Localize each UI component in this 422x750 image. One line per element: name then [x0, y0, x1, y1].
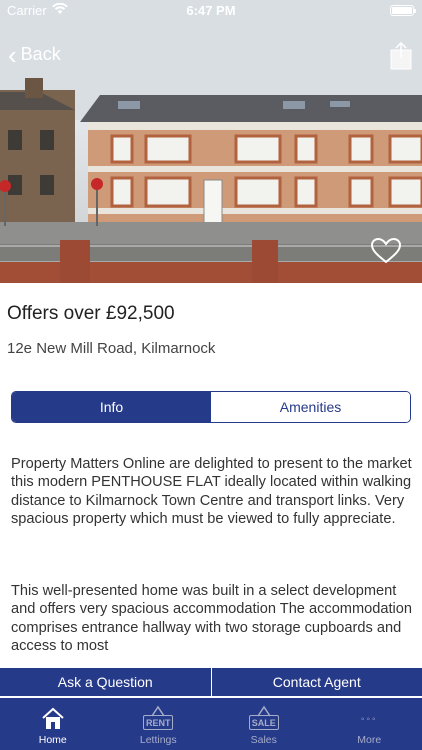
listing-address: 12e New Mill Road, Kilmarnock: [7, 340, 216, 357]
heart-icon[interactable]: [371, 238, 401, 264]
property-photo[interactable]: [0, 0, 422, 283]
rent-sign-text: RENT: [143, 715, 174, 730]
property-photo-scene: [0, 0, 422, 283]
action-bar: Ask a Question Contact Agent: [0, 668, 422, 696]
tab-lettings-label: Lettings: [139, 734, 177, 746]
status-bar: Carrier 6:47 PM: [0, 0, 422, 22]
more-dots-icon: ◦◦◦: [360, 713, 378, 725]
back-label: Back: [20, 44, 61, 64]
share-icon[interactable]: [390, 42, 412, 70]
info-amenities-segmented-control: Info Amenities: [11, 391, 411, 423]
tab-lettings[interactable]: RENT Lettings: [106, 698, 212, 750]
ask-question-button[interactable]: Ask a Question: [0, 668, 211, 696]
tab-sales[interactable]: SALE Sales: [211, 698, 317, 750]
tab-more-label: More: [357, 734, 382, 746]
back-button[interactable]: ‹ Back: [8, 39, 61, 70]
rent-sign-icon: RENT: [142, 705, 174, 731]
tab-home[interactable]: Home: [0, 698, 106, 750]
chevron-left-icon: ‹: [8, 39, 17, 70]
tab-info[interactable]: Info: [12, 392, 211, 422]
description-paragraph: Property Matters Online are delighted to…: [11, 456, 412, 527]
tab-sales-label: Sales: [250, 734, 277, 746]
description-text: Property Matters Online are delighted to…: [11, 455, 416, 667]
description-spacer: [11, 546, 416, 564]
sale-sign-text: SALE: [248, 715, 279, 730]
tab-amenities[interactable]: Amenities: [211, 392, 410, 422]
sale-sign-icon: SALE: [248, 705, 280, 731]
listing-price: Offers over £92,500: [7, 303, 175, 324]
bottom-tab-bar: Home RENT Lettings SALE Sales ◦◦◦ More: [0, 698, 422, 750]
battery-icon: [390, 5, 416, 16]
clock-time: 6:47 PM: [186, 3, 236, 18]
description-paragraph: This well-presented home was built in a …: [11, 583, 413, 655]
tab-more[interactable]: ◦◦◦ More: [317, 698, 422, 750]
contact-agent-button[interactable]: Contact Agent: [210, 668, 422, 696]
tab-home-label: Home: [38, 734, 67, 746]
description-scroll-area[interactable]: Property Matters Online are delighted to…: [0, 455, 422, 667]
house-icon: [42, 707, 64, 729]
